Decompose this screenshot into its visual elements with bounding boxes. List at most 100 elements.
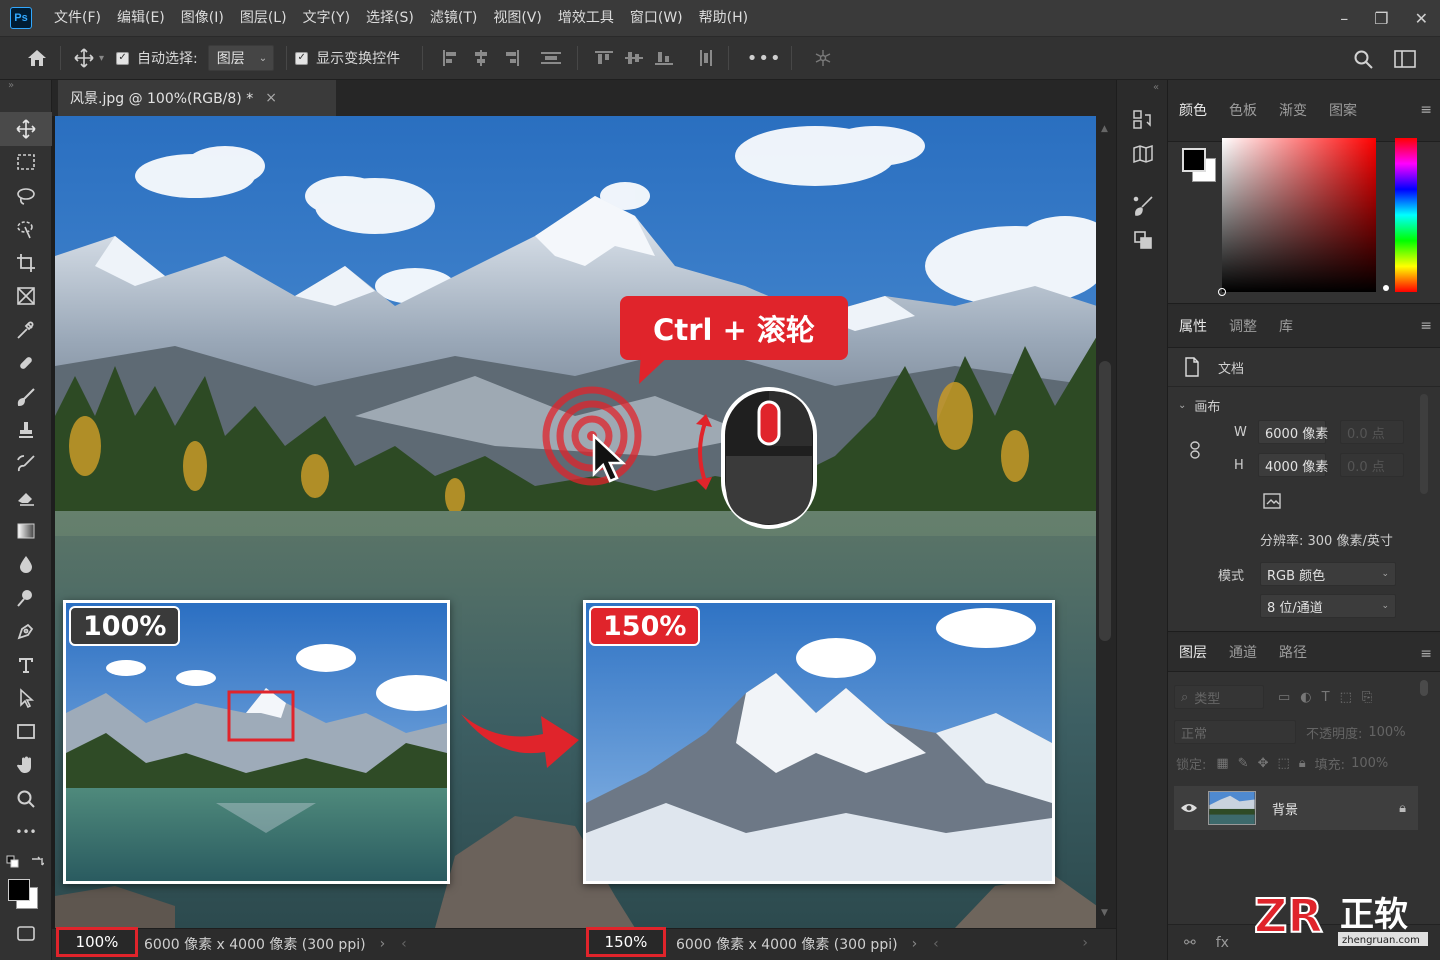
opacity-value[interactable]: 100% <box>1368 725 1405 740</box>
more-tools-icon[interactable]: ••• <box>0 816 52 850</box>
lasso-tool-icon[interactable] <box>0 179 52 213</box>
chevron-left-icon[interactable]: ‹ <box>401 936 407 952</box>
panel-menu-icon[interactable]: ≡ <box>1420 318 1432 334</box>
menu-layer[interactable]: 图层(L) <box>232 0 295 36</box>
eye-icon[interactable] <box>1180 802 1198 814</box>
move-tool-icon[interactable] <box>69 43 99 73</box>
chevron-down-icon[interactable]: ▾ <box>99 53 104 64</box>
zoom-level-right[interactable]: 150% <box>586 927 666 957</box>
document-tab[interactable]: 风景.jpg @ 100%(RGB/8) * × <box>58 80 336 116</box>
collapse-icon[interactable]: » <box>0 80 51 94</box>
panel-menu-icon[interactable]: ≡ <box>1420 102 1432 118</box>
doc-info-right[interactable]: 6000 像素 x 4000 像素 (300 ppi) › ‹ <box>676 929 939 959</box>
crop-tool-icon[interactable] <box>0 246 52 280</box>
canvas-section-header[interactable]: ⌄ 画布 <box>1178 392 1220 418</box>
width-secondary-input[interactable]: 0.0 点 <box>1340 420 1404 444</box>
height-input[interactable]: 4000 像素 <box>1258 453 1328 477</box>
stamp-tool-icon[interactable] <box>0 414 52 448</box>
brush-settings-icon[interactable] <box>1127 192 1159 220</box>
foreground-color-swatch[interactable] <box>1182 148 1206 172</box>
show-transform-checkbox[interactable]: ✓ <box>295 51 309 65</box>
layer-row-background[interactable]: 背景 🔒︎ <box>1174 786 1418 830</box>
canvas-vertical-scrollbar[interactable]: ▲ ▼ <box>1096 116 1116 928</box>
chevron-right-icon[interactable]: › <box>1082 935 1088 951</box>
eraser-tool-icon[interactable] <box>0 481 52 515</box>
scrollbar-thumb[interactable] <box>1099 361 1111 641</box>
tab-color[interactable]: 颜色 <box>1168 94 1218 128</box>
history-panel-icon[interactable] <box>1127 106 1159 134</box>
layer-filter-icons[interactable]: ▭◐T⬚⎘ <box>1278 690 1382 705</box>
distribute-icon[interactable] <box>539 49 563 67</box>
screen-mode-icon[interactable] <box>0 951 52 960</box>
tab-properties[interactable]: 属性 <box>1168 310 1218 344</box>
doc-info-left[interactable]: 6000 像素 x 4000 像素 (300 ppi) › ‹ <box>144 929 407 959</box>
3d-mode-icon[interactable] <box>808 43 838 73</box>
zoom-tool-icon[interactable] <box>0 782 52 816</box>
tab-gradients[interactable]: 渐变 <box>1268 94 1318 128</box>
align-right-icon[interactable] <box>501 49 521 67</box>
navigator-panel-icon[interactable] <box>1127 140 1159 168</box>
tab-adjustments[interactable]: 调整 <box>1218 310 1268 344</box>
blend-mode-dropdown[interactable]: 正常 <box>1174 720 1296 744</box>
height-secondary-input[interactable]: 0.0 点 <box>1340 453 1404 477</box>
eyedropper-tool-icon[interactable] <box>0 313 52 347</box>
rectangle-tool-icon[interactable] <box>0 715 52 749</box>
lock-icons[interactable]: ▦✎✥⬚🔒︎ <box>1216 756 1314 771</box>
menu-select[interactable]: 选择(S) <box>358 0 422 36</box>
foreground-color-swatch[interactable] <box>8 879 30 901</box>
swap-colors-icon[interactable] <box>30 855 44 869</box>
mode-dropdown[interactable]: RGB 颜色 ⌄ <box>1260 562 1396 586</box>
fill-value[interactable]: 100% <box>1351 756 1388 771</box>
tab-libraries[interactable]: 库 <box>1268 310 1304 344</box>
default-colors-icon[interactable] <box>6 855 20 869</box>
layer-filter-dropdown[interactable]: ⌕ 类型 <box>1174 685 1264 709</box>
panel-menu-icon[interactable]: ≡ <box>1420 646 1432 662</box>
gradient-tool-icon[interactable] <box>0 514 52 548</box>
auto-select-checkbox[interactable]: ✓ <box>116 51 130 65</box>
frame-tool-icon[interactable] <box>0 280 52 314</box>
menu-window[interactable]: 窗口(W) <box>622 0 691 36</box>
menu-image[interactable]: 图像(I) <box>173 0 232 36</box>
color-field[interactable] <box>1218 138 1376 296</box>
collapse-icon[interactable]: « <box>1153 82 1159 93</box>
layers-scrollbar[interactable] <box>1420 680 1428 696</box>
restore-icon[interactable]: ❐ <box>1374 9 1388 28</box>
align-top-icon[interactable] <box>594 49 614 67</box>
quick-select-tool-icon[interactable] <box>0 213 52 247</box>
search-icon[interactable] <box>1348 44 1378 74</box>
menu-filter[interactable]: 滤镜(T) <box>422 0 485 36</box>
type-tool-icon[interactable] <box>0 648 52 682</box>
brush-tool-icon[interactable] <box>0 380 52 414</box>
zoom-level-left[interactable]: 100% <box>56 927 138 957</box>
auto-select-dropdown[interactable]: 图层 ⌄ <box>207 45 275 71</box>
fg-bg-swatches[interactable] <box>1182 148 1218 184</box>
clone-source-icon[interactable] <box>1127 226 1159 254</box>
menu-edit[interactable]: 编辑(E) <box>109 0 173 36</box>
tab-layers[interactable]: 图层 <box>1168 636 1218 670</box>
align-middle-icon[interactable] <box>624 49 644 67</box>
color-picker-handle[interactable] <box>1218 288 1226 296</box>
tab-swatches[interactable]: 色板 <box>1218 94 1268 128</box>
chevron-left-icon[interactable]: ‹ <box>933 936 939 952</box>
marquee-tool-icon[interactable] <box>0 146 52 180</box>
depth-dropdown[interactable]: 8 位/通道 ⌄ <box>1260 594 1396 618</box>
chevron-right-icon[interactable]: › <box>912 936 918 952</box>
history-brush-icon[interactable] <box>0 447 52 481</box>
canvas-area[interactable]: 100% 150% Ctrl + 滚轮 <box>52 116 1116 928</box>
align-bottom-icon[interactable] <box>654 49 674 67</box>
menu-view[interactable]: 视图(V) <box>485 0 550 36</box>
properties-scrollbar[interactable] <box>1420 394 1428 494</box>
pen-tool-icon[interactable] <box>0 615 52 649</box>
link-layers-icon[interactable]: ⚯ <box>1184 935 1196 951</box>
healing-brush-icon[interactable] <box>0 347 52 381</box>
menu-file[interactable]: 文件(F) <box>46 0 109 36</box>
blur-tool-icon[interactable] <box>0 548 52 582</box>
path-select-tool-icon[interactable] <box>0 682 52 716</box>
menu-help[interactable]: 帮助(H) <box>691 0 756 36</box>
color-swatches[interactable] <box>0 877 51 917</box>
hand-tool-icon[interactable] <box>0 749 52 783</box>
lock-icon[interactable]: 🔒︎ <box>1399 801 1406 816</box>
dodge-tool-icon[interactable] <box>0 581 52 615</box>
hue-slider[interactable] <box>1395 138 1417 292</box>
chevron-down-icon[interactable]: ⌄ <box>1178 400 1186 411</box>
